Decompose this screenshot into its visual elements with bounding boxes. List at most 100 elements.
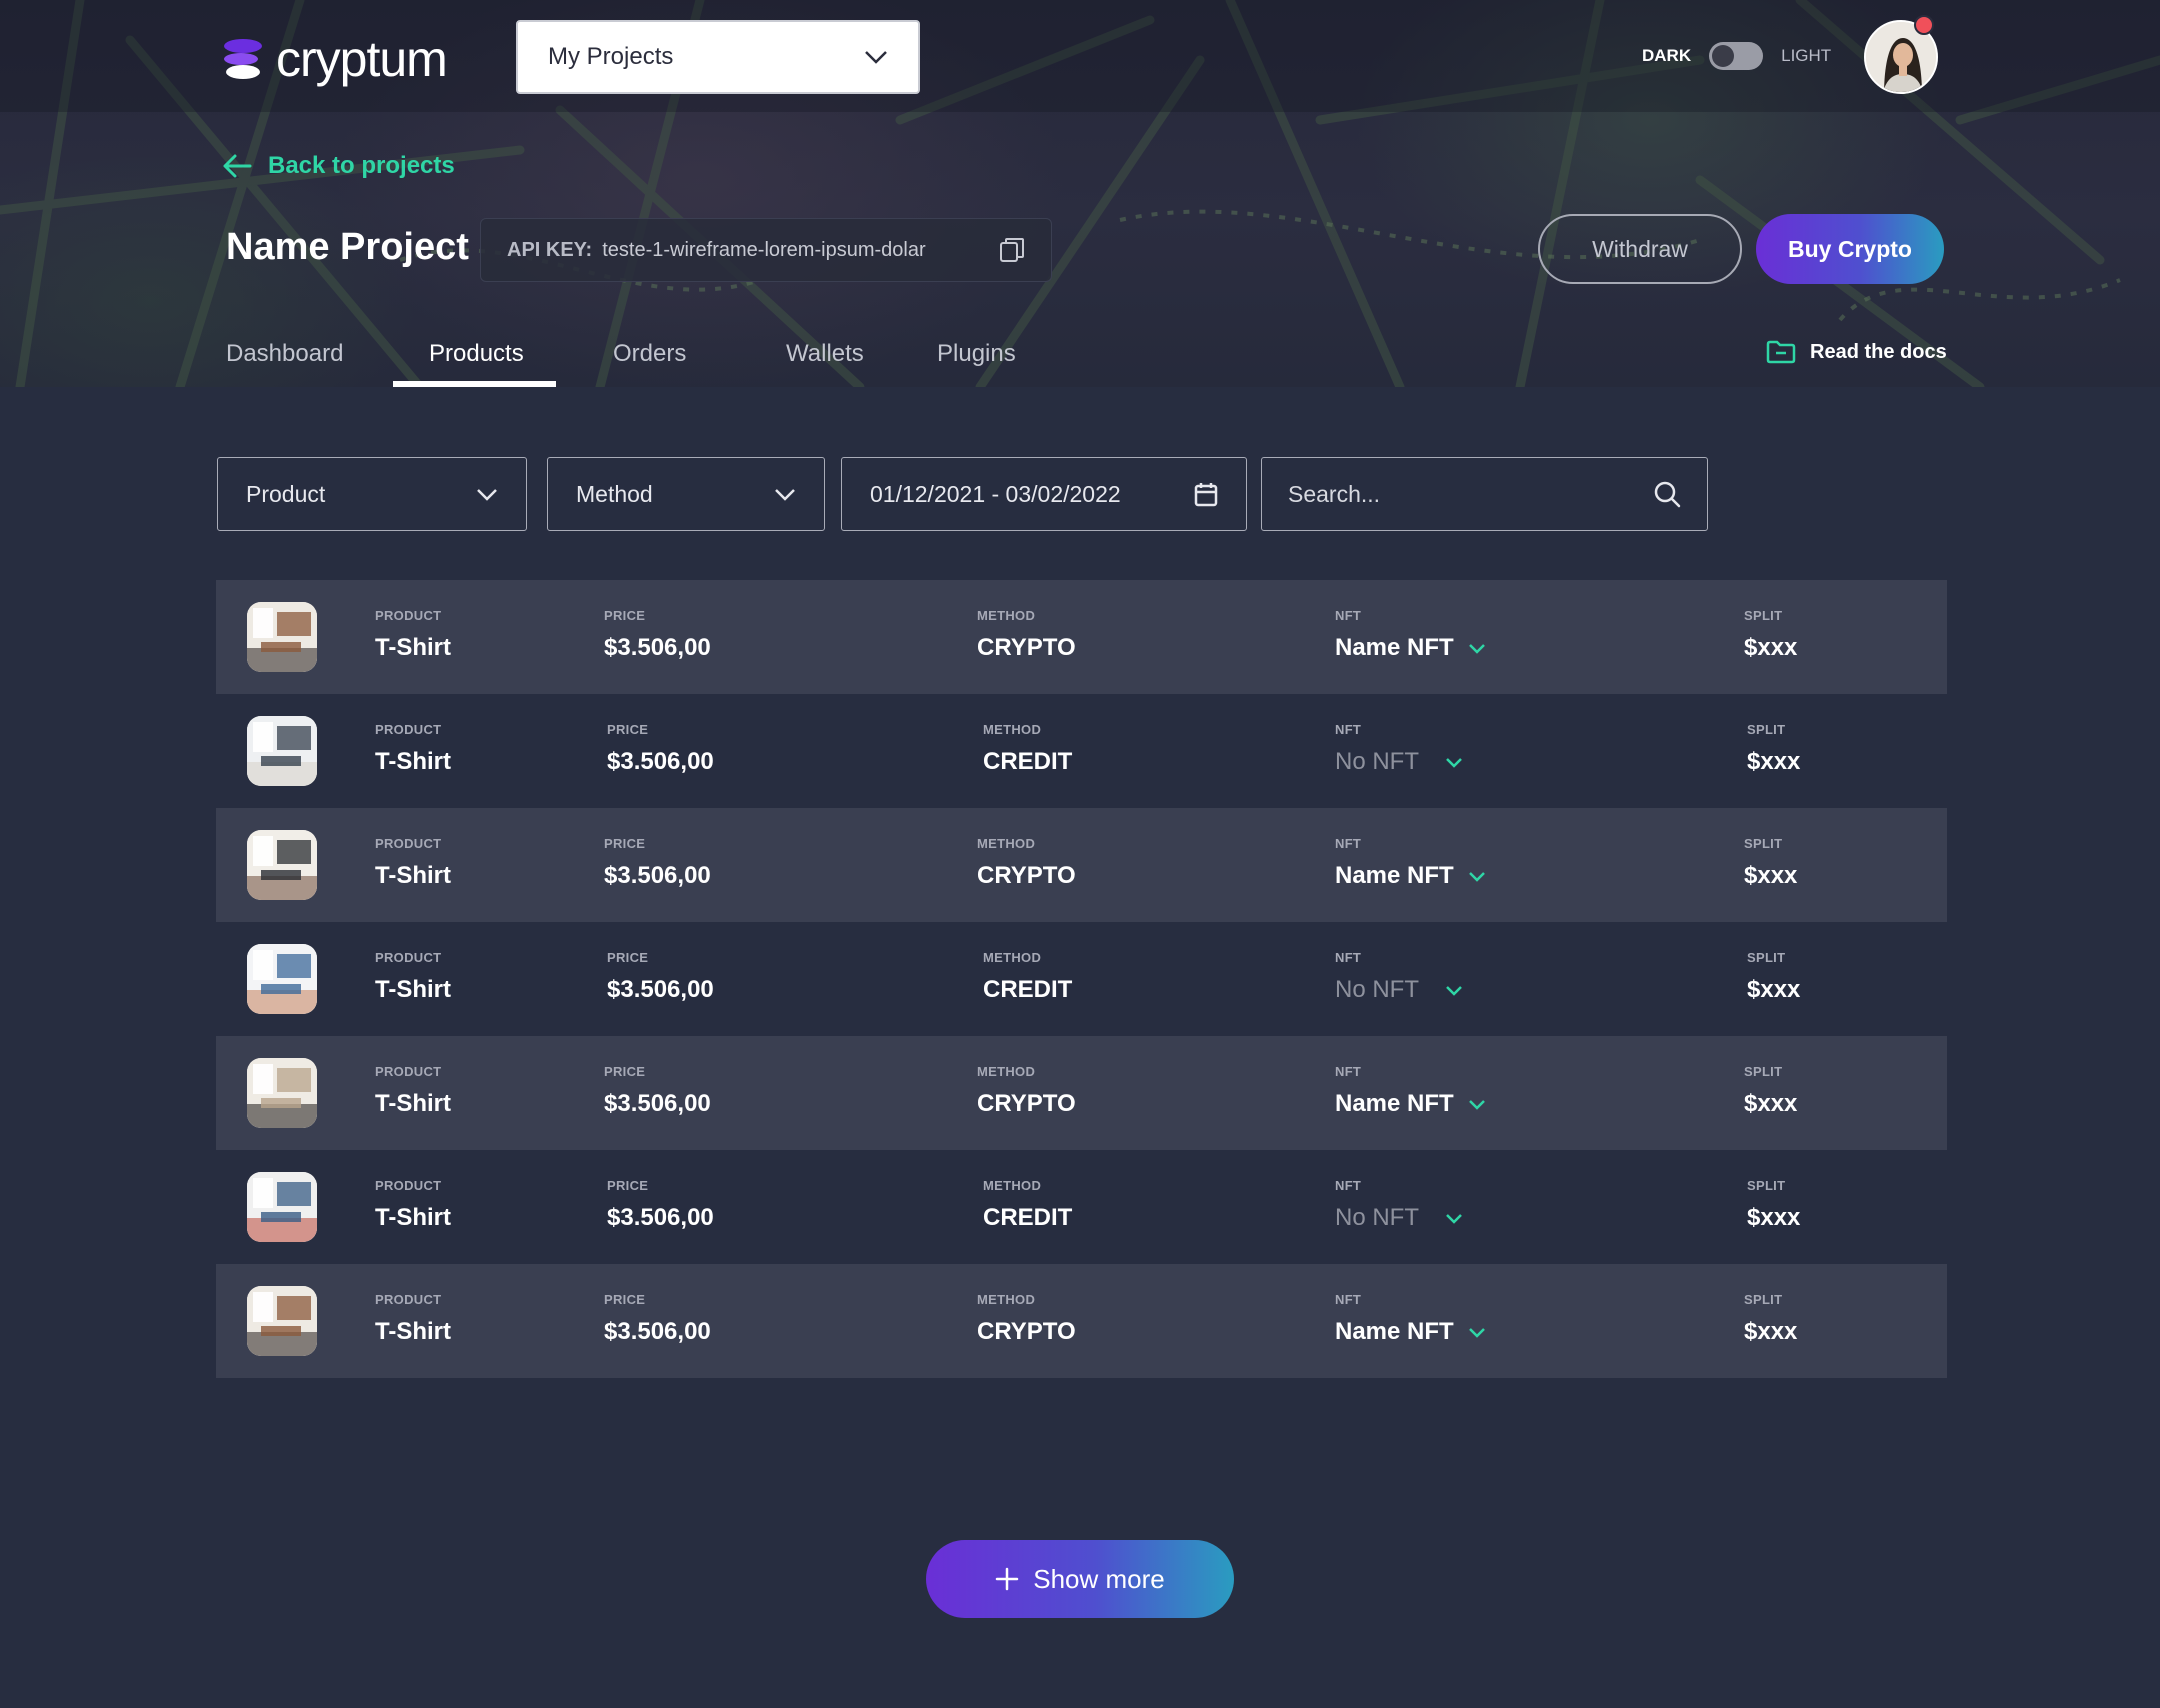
product-filter-label: Product [246, 480, 326, 507]
chevron-down-icon [865, 51, 887, 64]
nft-dropdown[interactable]: No NFT [1335, 1204, 1463, 1232]
method-value: CREDIT [983, 748, 1073, 775]
column-label-split: SPLIT [1747, 1178, 1786, 1193]
split-cell: SPLIT $xxx [1744, 1064, 1797, 1118]
nft-dropdown[interactable]: Name NFT [1335, 1090, 1486, 1118]
show-more-label: Show more [1033, 1563, 1165, 1594]
column-label-nft: NFT [1335, 836, 1362, 851]
notification-dot [1914, 15, 1934, 35]
table-row[interactable]: PRODUCT T-Shirt PRICE $3.506,00 METHOD C… [216, 1264, 1947, 1378]
method-cell: METHOD CREDIT [983, 1178, 1072, 1232]
split-value: $xxx [1744, 1090, 1798, 1117]
back-to-projects-link[interactable]: Back to projects [222, 152, 455, 180]
room-photo-icon [247, 1286, 317, 1356]
table-row[interactable]: PRODUCT T-Shirt PRICE $3.506,00 METHOD C… [216, 694, 1947, 808]
copy-icon[interactable] [999, 237, 1025, 263]
column-label-split: SPLIT [1744, 836, 1783, 851]
withdraw-button[interactable]: Withdraw [1538, 214, 1742, 284]
brand-logo[interactable]: cryptum [222, 30, 448, 88]
table-row[interactable]: PRODUCT T-Shirt PRICE $3.506,00 METHOD C… [216, 808, 1947, 922]
nft-value: No NFT [1335, 976, 1419, 1003]
date-range-filter[interactable]: 01/12/2021 - 03/02/2022 [841, 457, 1247, 531]
split-value: $xxx [1747, 976, 1801, 1003]
price-value: $3.506,00 [607, 748, 714, 775]
column-label-product: PRODUCT [375, 608, 442, 623]
split-cell: SPLIT $xxx [1744, 836, 1797, 890]
product-name: T-Shirt [375, 976, 451, 1003]
nft-dropdown[interactable]: No NFT [1335, 976, 1463, 1004]
split-value: $xxx [1744, 862, 1798, 889]
price-value: $3.506,00 [604, 1090, 711, 1117]
nft-dropdown[interactable]: Name NFT [1335, 862, 1486, 890]
product-thumbnail [247, 1058, 317, 1128]
method-cell: METHOD CREDIT [983, 950, 1072, 1004]
product-cell: PRODUCT T-Shirt [375, 836, 451, 890]
product-cell: PRODUCT T-Shirt [375, 722, 451, 776]
tab-wallets[interactable]: Wallets [786, 340, 864, 368]
column-label-product: PRODUCT [375, 1292, 442, 1307]
price-value: $3.506,00 [604, 1318, 711, 1345]
split-cell: SPLIT $xxx [1747, 722, 1800, 776]
nft-dropdown[interactable]: No NFT [1335, 748, 1463, 776]
column-label-method: METHOD [977, 1064, 1036, 1079]
brand-name: cryptum [276, 31, 448, 87]
nft-dropdown[interactable]: Name NFT [1335, 1318, 1486, 1346]
buy-crypto-button[interactable]: Buy Crypto [1756, 214, 1944, 284]
price-value: $3.506,00 [604, 634, 711, 661]
nft-cell: NFT No NFT [1335, 950, 1463, 1004]
product-name: T-Shirt [375, 862, 451, 889]
column-label-product: PRODUCT [375, 1178, 442, 1193]
read-the-docs-link[interactable]: Read the docs [1766, 340, 1947, 364]
column-label-price: PRICE [607, 950, 649, 965]
split-value: $xxx [1744, 1318, 1798, 1345]
dark-mode-label: DARK [1642, 46, 1692, 65]
table-row[interactable]: PRODUCT T-Shirt PRICE $3.506,00 METHOD C… [216, 1150, 1947, 1264]
product-name: T-Shirt [375, 748, 451, 775]
product-thumbnail [247, 944, 317, 1014]
nft-cell: NFT No NFT [1335, 1178, 1463, 1232]
column-label-price: PRICE [604, 1292, 646, 1307]
tab-products[interactable]: Products [429, 340, 524, 368]
search-input[interactable]: Search... [1261, 457, 1708, 531]
method-cell: METHOD CRYPTO [977, 608, 1076, 662]
theme-switch[interactable] [1709, 42, 1764, 70]
column-label-price: PRICE [604, 836, 646, 851]
chevron-down-icon [1446, 985, 1462, 996]
project-select[interactable]: My Projects [516, 20, 920, 94]
product-name: T-Shirt [375, 634, 451, 661]
table-row[interactable]: PRODUCT T-Shirt PRICE $3.506,00 METHOD C… [216, 922, 1947, 1036]
arrow-left-icon [223, 154, 252, 178]
split-value: $xxx [1747, 1204, 1801, 1231]
column-label-nft: NFT [1335, 950, 1362, 965]
chevron-down-icon [477, 488, 497, 501]
tab-plugins[interactable]: Plugins [937, 340, 1016, 368]
product-cell: PRODUCT T-Shirt [375, 1292, 451, 1346]
chevron-down-icon [1446, 1213, 1462, 1224]
nft-cell: NFT Name NFT [1335, 1292, 1486, 1346]
tab-dashboard[interactable]: Dashboard [226, 340, 343, 368]
nft-value: No NFT [1335, 1204, 1419, 1231]
room-photo-icon [247, 1172, 317, 1242]
method-filter-label: Method [576, 480, 653, 507]
calendar-icon [1194, 483, 1218, 507]
method-cell: METHOD CRYPTO [977, 1064, 1076, 1118]
folder-icon [1766, 340, 1796, 364]
nft-dropdown[interactable]: Name NFT [1335, 634, 1486, 662]
show-more-button[interactable]: Show more [926, 1540, 1234, 1618]
tab-orders[interactable]: Orders [613, 340, 686, 368]
column-label-product: PRODUCT [375, 950, 442, 965]
column-label-split: SPLIT [1744, 1064, 1783, 1079]
price-value: $3.506,00 [604, 862, 711, 889]
table-row[interactable]: PRODUCT T-Shirt PRICE $3.506,00 METHOD C… [216, 1036, 1947, 1150]
chevron-down-icon [1468, 871, 1485, 882]
method-filter[interactable]: Method [547, 457, 825, 531]
column-label-method: METHOD [983, 1178, 1042, 1193]
nft-value: Name NFT [1335, 862, 1454, 889]
product-name: T-Shirt [375, 1204, 451, 1231]
table-row[interactable]: PRODUCT T-Shirt PRICE $3.506,00 METHOD C… [216, 580, 1947, 694]
product-cell: PRODUCT T-Shirt [375, 950, 451, 1004]
column-label-price: PRICE [604, 608, 646, 623]
api-key-box: API KEY: teste-1-wireframe-lorem-ipsum-d… [480, 218, 1052, 282]
product-filter[interactable]: Product [217, 457, 527, 531]
light-mode-label: LIGHT [1781, 46, 1832, 65]
